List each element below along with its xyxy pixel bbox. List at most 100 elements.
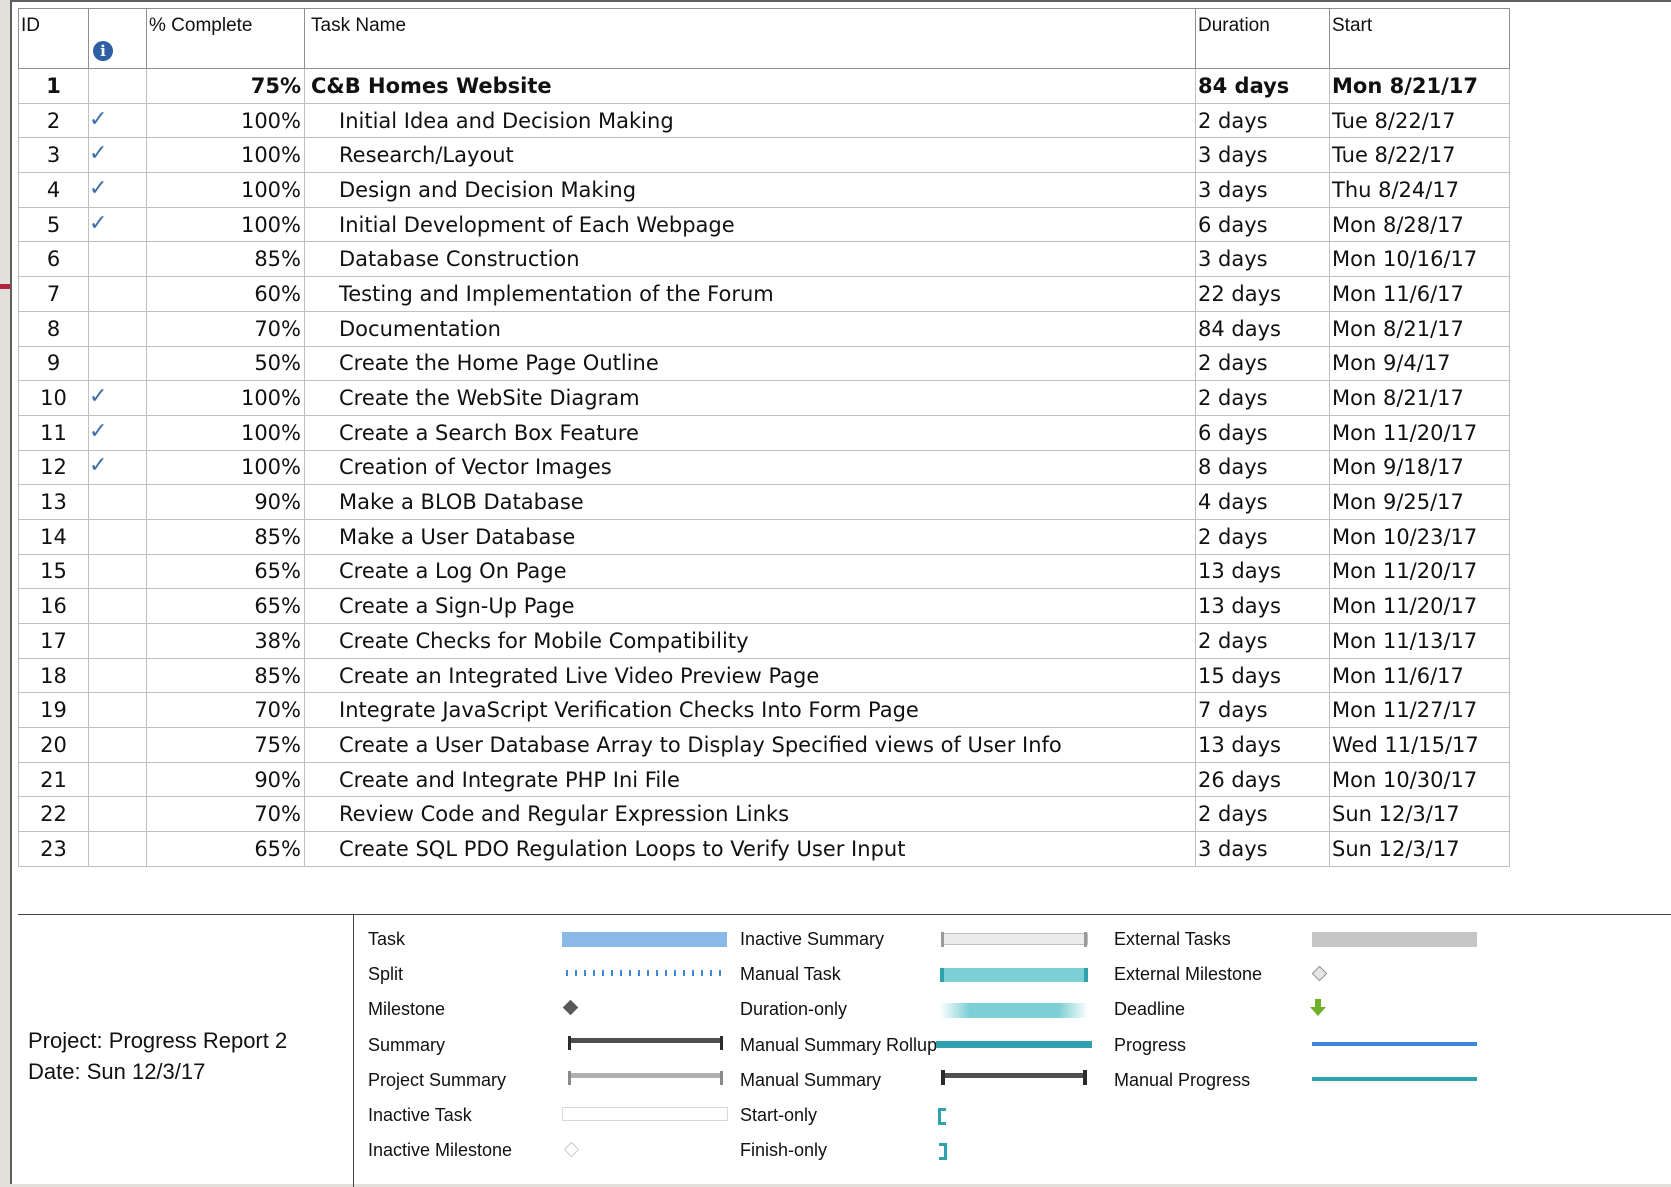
task-percent-cell[interactable]: 100% (146, 380, 305, 416)
task-duration-cell[interactable]: 6 days (1195, 206, 1330, 243)
task-name-cell[interactable]: Initial Idea and Decision Making (304, 102, 1196, 139)
task-indicator-cell[interactable]: ✓ (88, 206, 147, 243)
table-row[interactable]: 11 ✓ 100% Create a Search Box Feature 6 days… (18, 414, 1510, 451)
task-id-cell[interactable]: 12 (18, 449, 89, 486)
task-start-cell[interactable]: Mon 8/21/17 (1329, 310, 1510, 347)
task-percent-cell[interactable]: 65% (146, 588, 305, 624)
task-indicator-cell[interactable] (88, 345, 147, 382)
task-start-cell[interactable]: Mon 10/30/17 (1329, 761, 1510, 798)
task-percent-cell[interactable]: 85% (146, 518, 305, 555)
table-row[interactable]: 1 75% C&B Homes Website 84 days Mon 8/21/17 (18, 68, 1510, 104)
table-row[interactable]: 21 90% Create and Integrate PHP Ini File 26… (18, 761, 1510, 798)
table-row[interactable]: 23 65% Create SQL PDO Regulation Loops to … (18, 831, 1510, 867)
task-start-cell[interactable]: Mon 11/6/17 (1329, 657, 1510, 694)
task-start-cell[interactable]: Mon 11/13/17 (1329, 623, 1510, 659)
task-indicator-cell[interactable] (88, 761, 147, 798)
task-duration-cell[interactable]: 22 days (1195, 276, 1330, 312)
task-duration-cell[interactable]: 4 days (1195, 484, 1330, 520)
task-duration-cell[interactable]: 3 days (1195, 831, 1330, 867)
table-row[interactable]: 20 75% Create a User Database Array to Dis… (18, 727, 1510, 763)
task-duration-cell[interactable]: 84 days (1195, 68, 1330, 104)
task-duration-cell[interactable]: 15 days (1195, 657, 1330, 694)
task-name-cell[interactable]: Create and Integrate PHP Ini File (304, 761, 1196, 798)
table-row[interactable]: 12 ✓ 100% Creation of Vector Images 8 days Mo… (18, 449, 1510, 486)
task-indicator-cell[interactable] (88, 657, 147, 694)
task-percent-cell[interactable]: 90% (146, 761, 305, 798)
task-name-cell[interactable]: Documentation (304, 310, 1196, 347)
table-row[interactable]: 2 ✓ 100% Initial Idea and Decision Making 2 … (18, 102, 1510, 139)
task-duration-cell[interactable]: 3 days (1195, 137, 1330, 174)
task-name-cell[interactable]: Make a User Database (304, 518, 1196, 555)
header-task-name[interactable]: Task Name (304, 8, 1196, 69)
table-row[interactable]: 4 ✓ 100% Design and Decision Making 3 days Th… (18, 172, 1510, 208)
task-indicator-cell[interactable] (88, 623, 147, 659)
task-name-cell[interactable]: Create the Home Page Outline (304, 345, 1196, 382)
task-duration-cell[interactable]: 6 days (1195, 414, 1330, 451)
task-id-cell[interactable]: 21 (18, 761, 89, 798)
task-indicator-cell[interactable]: ✓ (88, 449, 147, 486)
task-id-cell[interactable]: 5 (18, 206, 89, 243)
task-percent-cell[interactable]: 70% (146, 310, 305, 347)
task-name-cell[interactable]: Create SQL PDO Regulation Loops to Verif… (304, 831, 1196, 867)
table-row[interactable]: 3 ✓ 100% Research/Layout 3 days Tue 8/22/17 (18, 137, 1510, 174)
task-name-cell[interactable]: Make a BLOB Database (304, 484, 1196, 520)
table-row[interactable]: 8 70% Documentation 84 days Mon 8/21/17 (18, 310, 1510, 347)
task-percent-cell[interactable]: 100% (146, 414, 305, 451)
task-start-cell[interactable]: Thu 8/24/17 (1329, 172, 1510, 208)
task-start-cell[interactable]: Wed 11/15/17 (1329, 727, 1510, 763)
task-name-cell[interactable]: Research/Layout (304, 137, 1196, 174)
task-id-cell[interactable]: 13 (18, 484, 89, 520)
task-indicator-cell[interactable]: ✓ (88, 380, 147, 416)
task-duration-cell[interactable]: 13 days (1195, 727, 1330, 763)
task-start-cell[interactable]: Mon 9/18/17 (1329, 449, 1510, 486)
task-name-cell[interactable]: Create a Search Box Feature (304, 414, 1196, 451)
task-duration-cell[interactable]: 3 days (1195, 241, 1330, 278)
task-id-cell[interactable]: 14 (18, 518, 89, 555)
task-indicator-cell[interactable] (88, 727, 147, 763)
table-row[interactable]: 22 70% Review Code and Regular Expression … (18, 796, 1510, 833)
task-percent-cell[interactable]: 100% (146, 449, 305, 486)
task-percent-cell[interactable]: 85% (146, 657, 305, 694)
task-id-cell[interactable]: 3 (18, 137, 89, 174)
task-percent-cell[interactable]: 85% (146, 241, 305, 278)
header-duration[interactable]: Duration (1195, 8, 1330, 69)
table-row[interactable]: 5 ✓ 100% Initial Development of Each Webpag… (18, 206, 1510, 243)
header-percent-complete[interactable]: % Complete (146, 8, 305, 69)
task-indicator-cell[interactable] (88, 310, 147, 347)
task-indicator-cell[interactable] (88, 484, 147, 520)
task-percent-cell[interactable]: 75% (146, 727, 305, 763)
task-duration-cell[interactable]: 2 days (1195, 796, 1330, 833)
header-id[interactable]: ID (18, 8, 89, 69)
task-name-cell[interactable]: Creation of Vector Images (304, 449, 1196, 486)
task-id-cell[interactable]: 10 (18, 380, 89, 416)
task-id-cell[interactable]: 20 (18, 727, 89, 763)
task-percent-cell[interactable]: 70% (146, 692, 305, 729)
task-duration-cell[interactable]: 2 days (1195, 102, 1330, 139)
task-start-cell[interactable]: Mon 9/25/17 (1329, 484, 1510, 520)
task-start-cell[interactable]: Mon 8/28/17 (1329, 206, 1510, 243)
task-duration-cell[interactable]: 84 days (1195, 310, 1330, 347)
task-name-cell[interactable]: Create Checks for Mobile Compatibility (304, 623, 1196, 659)
task-name-cell[interactable]: Create a User Database Array to Display … (304, 727, 1196, 763)
task-name-cell[interactable]: Initial Development of Each Webpage (304, 206, 1196, 243)
table-row[interactable]: 10 ✓ 100% Create the WebSite Diagram 2 days M… (18, 380, 1510, 416)
task-start-cell[interactable]: Sun 12/3/17 (1329, 796, 1510, 833)
table-row[interactable]: 14 85% Make a User Database 2 days Mon 10/23… (18, 518, 1510, 555)
task-name-cell[interactable]: Testing and Implementation of the Forum (304, 276, 1196, 312)
table-row[interactable]: 18 85% Create an Integrated Live Video Pre… (18, 657, 1510, 694)
task-indicator-cell[interactable] (88, 692, 147, 729)
task-id-cell[interactable]: 8 (18, 310, 89, 347)
task-start-cell[interactable]: Mon 11/20/17 (1329, 588, 1510, 624)
task-percent-cell[interactable]: 100% (146, 172, 305, 208)
task-duration-cell[interactable]: 7 days (1195, 692, 1330, 729)
task-id-cell[interactable]: 16 (18, 588, 89, 624)
table-row[interactable]: 16 65% Create a Sign-Up Page 13 days Mon 11/… (18, 588, 1510, 624)
task-indicator-cell[interactable] (88, 276, 147, 312)
task-start-cell[interactable]: Mon 11/20/17 (1329, 414, 1510, 451)
task-id-cell[interactable]: 19 (18, 692, 89, 729)
table-row[interactable]: 19 70% Integrate JavaScript Verification C… (18, 692, 1510, 729)
task-name-cell[interactable]: Create the WebSite Diagram (304, 380, 1196, 416)
task-percent-cell[interactable]: 38% (146, 623, 305, 659)
header-start[interactable]: Start (1329, 8, 1510, 69)
task-start-cell[interactable]: Mon 10/16/17 (1329, 241, 1510, 278)
